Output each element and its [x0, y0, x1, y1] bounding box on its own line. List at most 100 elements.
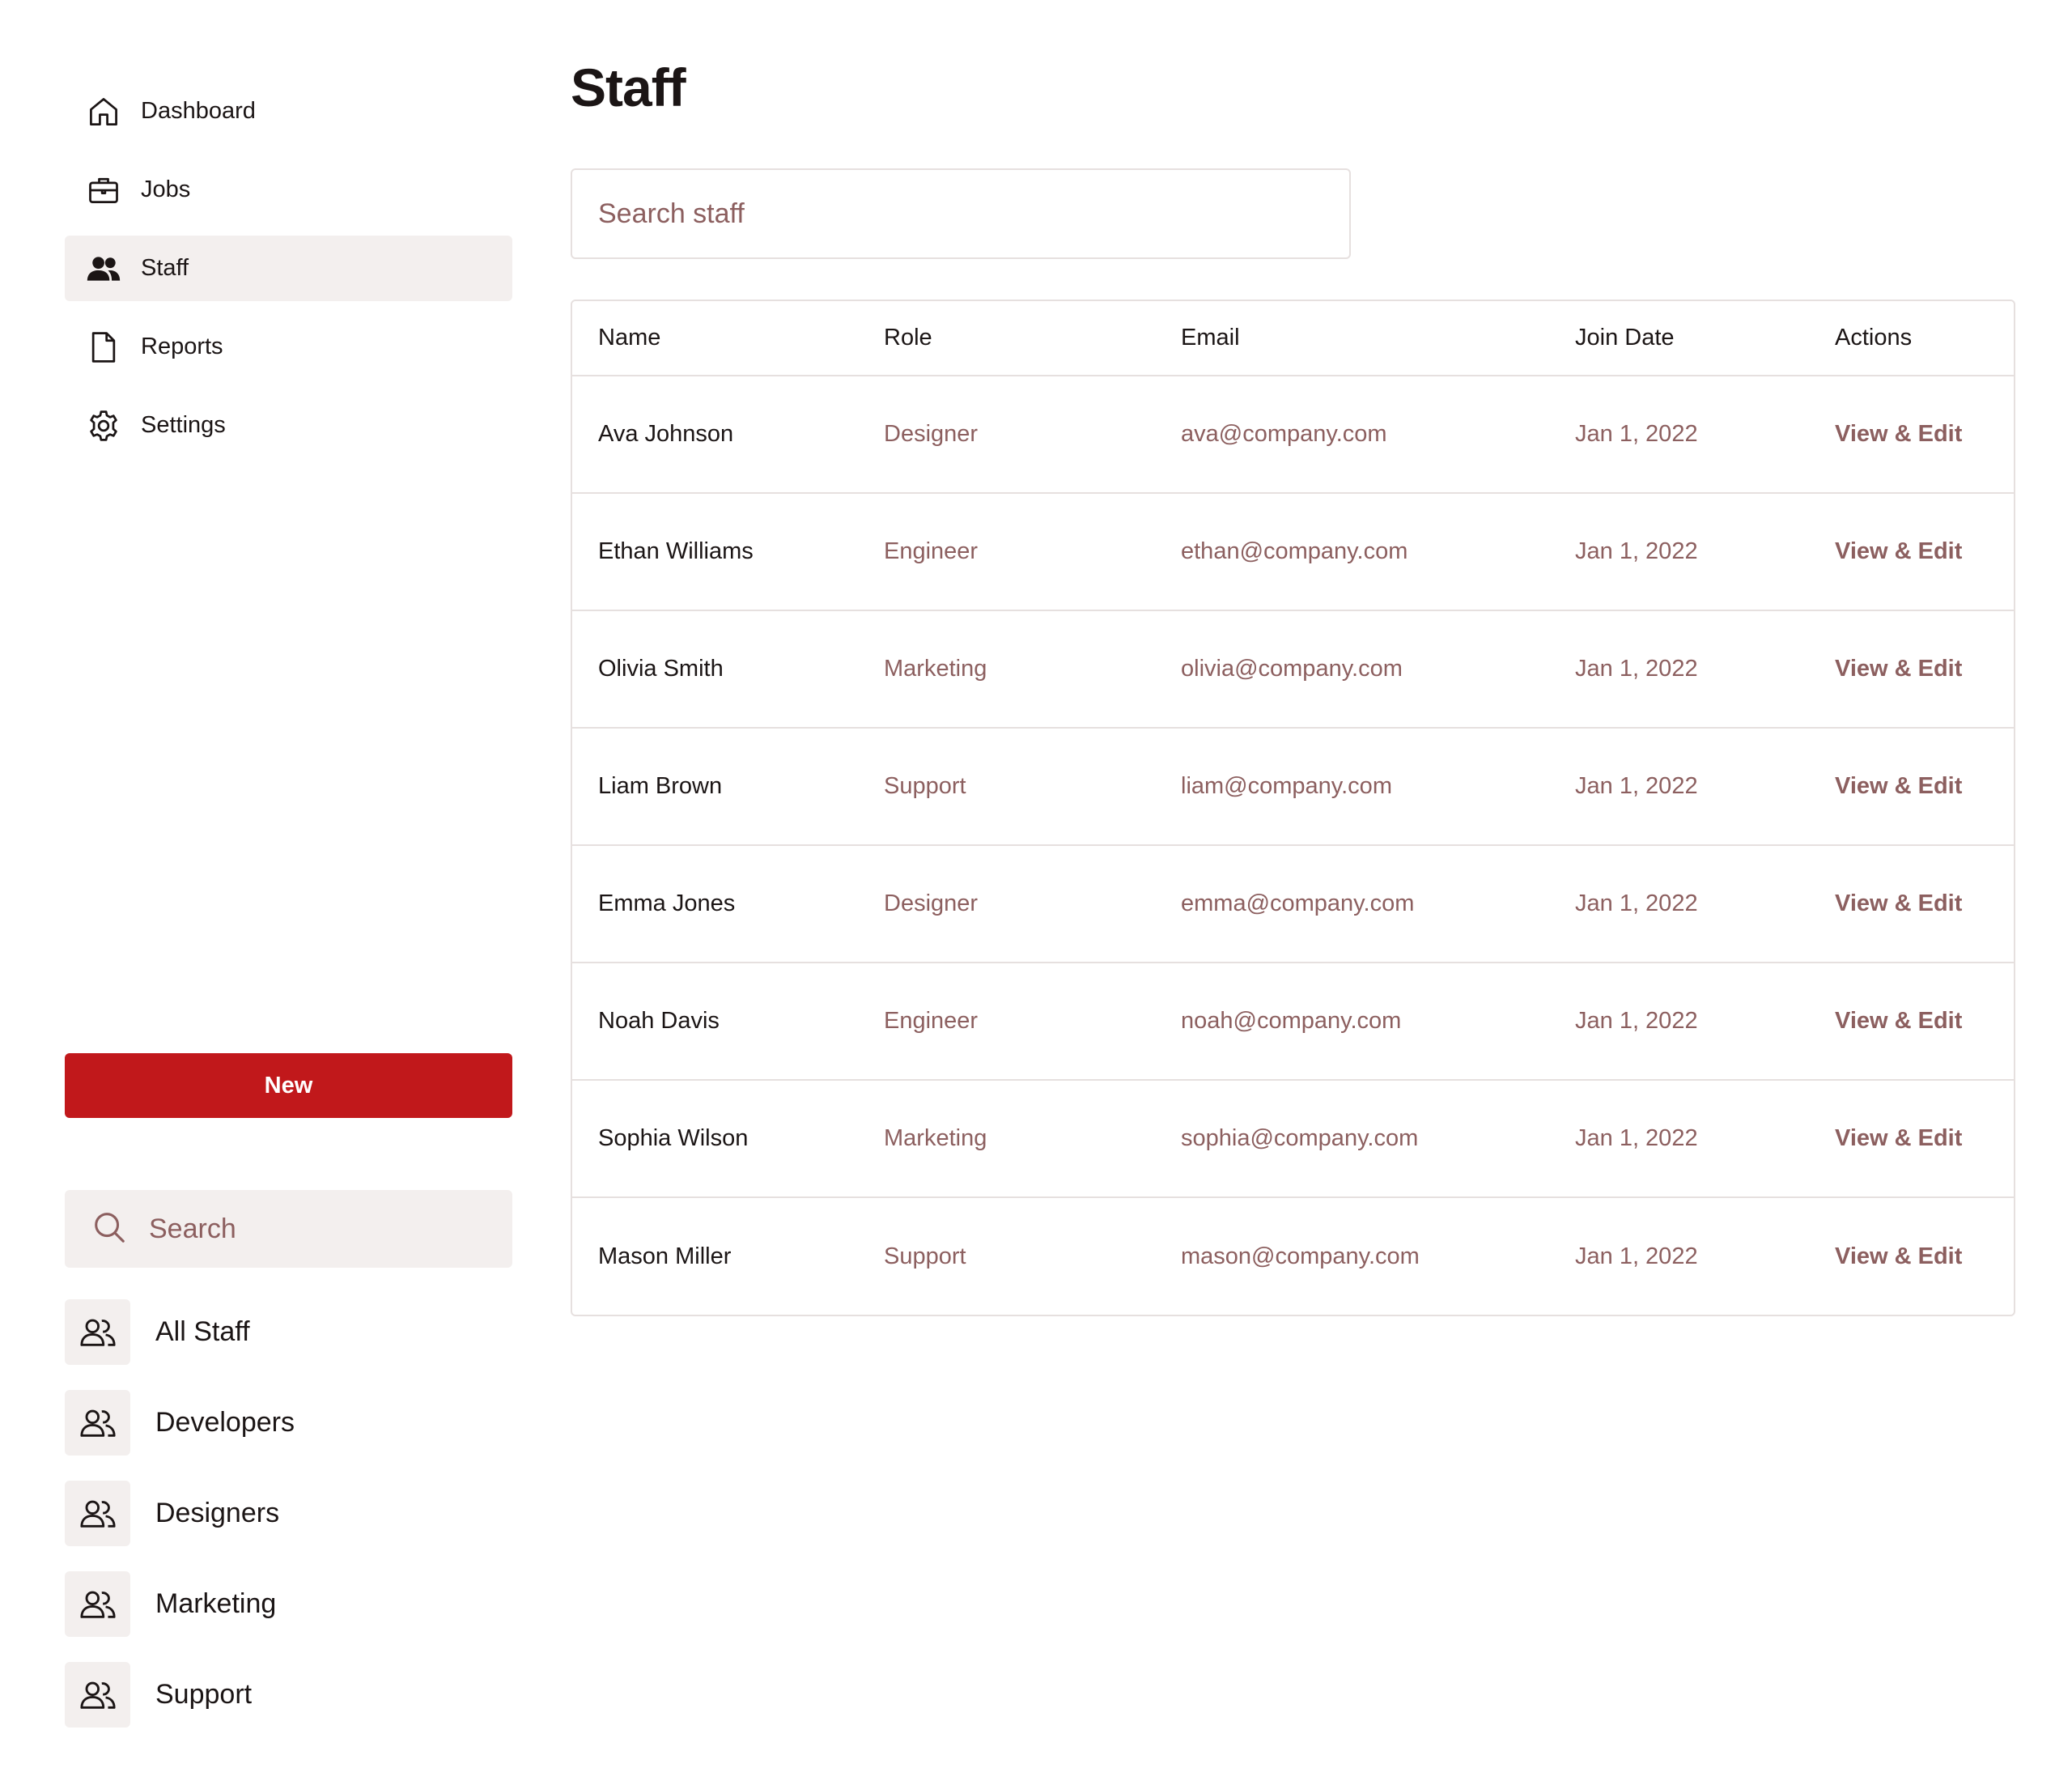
- group-item-all-staff[interactable]: All Staff: [65, 1299, 512, 1365]
- nav-item-reports[interactable]: Reports: [65, 314, 512, 380]
- staff-email: olivia@company.com: [1155, 610, 1549, 729]
- group-item-support[interactable]: Support: [65, 1662, 512, 1728]
- staff-role: Support: [858, 728, 1155, 846]
- actions-cell: View & Edit: [1809, 493, 2014, 611]
- actions-cell: View & Edit: [1809, 963, 2014, 1081]
- nav-item-settings[interactable]: Settings: [65, 393, 512, 458]
- staff-email: ethan@company.com: [1155, 493, 1549, 611]
- staff-table: Name Role Email Join Date Actions Ava Jo…: [571, 300, 2015, 1316]
- table-row: Ethan Williams Engineer ethan@company.co…: [572, 493, 2014, 611]
- staff-join-date: Jan 1, 2022: [1549, 493, 1809, 611]
- staff-email: ava@company.com: [1155, 376, 1549, 494]
- staff-role: Designer: [858, 376, 1155, 494]
- actions-cell: View & Edit: [1809, 376, 2014, 494]
- staff-role: Designer: [858, 845, 1155, 963]
- view-edit-link[interactable]: View & Edit: [1835, 1125, 1962, 1151]
- staff-join-date: Jan 1, 2022: [1549, 728, 1809, 846]
- users-outline-icon: [65, 1481, 130, 1546]
- main-nav: Dashboard Jobs Staff Reports Settings: [65, 79, 512, 471]
- group-item-designers[interactable]: Designers: [65, 1481, 512, 1546]
- staff-join-date: Jan 1, 2022: [1549, 963, 1809, 1081]
- staff-name: Sophia Wilson: [572, 1080, 858, 1198]
- staff-email: noah@company.com: [1155, 963, 1549, 1081]
- staff-email: liam@company.com: [1155, 728, 1549, 846]
- column-header-email: Email: [1155, 301, 1549, 376]
- users-outline-icon: [65, 1571, 130, 1637]
- actions-cell: View & Edit: [1809, 1080, 2014, 1198]
- sidebar-search[interactable]: [65, 1190, 512, 1268]
- briefcase-icon: [86, 172, 121, 208]
- column-header-name: Name: [572, 301, 858, 376]
- document-icon: [86, 329, 121, 365]
- nav-label: Reports: [141, 334, 223, 359]
- nav-label: Dashboard: [141, 98, 256, 124]
- view-edit-link[interactable]: View & Edit: [1835, 773, 1962, 799]
- gear-icon: [86, 408, 121, 444]
- table-row: Olivia Smith Marketing olivia@company.co…: [572, 610, 2014, 729]
- staff-role: Engineer: [858, 963, 1155, 1081]
- staff-name: Emma Jones: [572, 845, 858, 963]
- group-label: Marketing: [155, 1588, 277, 1619]
- sidebar: Dashboard Jobs Staff Reports Settings Ne…: [65, 0, 512, 1768]
- staff-role: Marketing: [858, 1080, 1155, 1198]
- nav-label: Staff: [141, 255, 189, 281]
- table-row: Emma Jones Designer emma@company.com Jan…: [572, 845, 2014, 963]
- view-edit-link[interactable]: View & Edit: [1835, 1243, 1962, 1269]
- users-icon: [86, 251, 121, 287]
- view-edit-link[interactable]: View & Edit: [1835, 1008, 1962, 1034]
- group-item-marketing[interactable]: Marketing: [65, 1571, 512, 1637]
- staff-name: Olivia Smith: [572, 610, 858, 729]
- staff-email: sophia@company.com: [1155, 1080, 1549, 1198]
- nav-item-jobs[interactable]: Jobs: [65, 157, 512, 223]
- staff-email: mason@company.com: [1181, 1243, 1420, 1269]
- staff-name: Noah Davis: [572, 963, 858, 1081]
- table-row: Liam Brown Support liam@company.com Jan …: [572, 728, 2014, 846]
- column-header-join-date: Join Date: [1549, 301, 1809, 376]
- view-edit-link[interactable]: View & Edit: [1835, 890, 1962, 916]
- page-title: Staff: [571, 57, 686, 117]
- actions-cell: View & Edit: [1809, 728, 2014, 846]
- users-outline-icon: [65, 1299, 130, 1365]
- staff-email: emma@company.com: [1155, 845, 1549, 963]
- staff-join-date: Jan 1, 2022: [1549, 1080, 1809, 1198]
- view-edit-link[interactable]: View & Edit: [1835, 421, 1962, 447]
- group-label: Developers: [155, 1407, 295, 1438]
- actions-cell: View & Edit: [1809, 610, 2014, 729]
- staff-role: Engineer: [858, 493, 1155, 611]
- actions-cell: View & Edit: [1809, 845, 2014, 963]
- table-header-row: Name Role Email Join Date Actions: [572, 301, 2014, 376]
- staff-name: Ava Johnson: [572, 376, 858, 494]
- staff-groups: All Staff Developers Designers Marketing…: [65, 1299, 512, 1753]
- staff-name: Mason Miller: [598, 1243, 732, 1269]
- search-icon: [91, 1209, 147, 1250]
- nav-label: Settings: [141, 412, 226, 438]
- column-header-actions: Actions: [1809, 301, 2014, 376]
- staff-name: Liam Brown: [572, 728, 858, 846]
- staff-join-date: Jan 1, 2022: [1549, 376, 1809, 494]
- staff-join-date: Jan 1, 2022: [1575, 1243, 1698, 1269]
- nav-label: Jobs: [141, 176, 191, 202]
- table-row: Ava Johnson Designer ava@company.com Jan…: [572, 376, 2014, 494]
- nav-item-staff[interactable]: Staff: [65, 236, 512, 301]
- home-icon: [86, 94, 121, 130]
- table-row: Sophia Wilson Marketing sophia@company.c…: [572, 1080, 2014, 1198]
- view-edit-link[interactable]: View & Edit: [1835, 656, 1962, 682]
- users-outline-icon: [65, 1662, 130, 1728]
- group-label: All Staff: [155, 1316, 250, 1347]
- group-label: Designers: [155, 1498, 280, 1528]
- group-label: Support: [155, 1679, 253, 1710]
- group-item-developers[interactable]: Developers: [65, 1390, 512, 1456]
- staff-join-date: Jan 1, 2022: [1549, 610, 1809, 729]
- new-button[interactable]: New: [65, 1053, 512, 1118]
- staff-search-input[interactable]: [571, 168, 1351, 259]
- column-header-role: Role: [858, 301, 1155, 376]
- users-outline-icon: [65, 1390, 130, 1456]
- sidebar-search-input[interactable]: [147, 1212, 487, 1246]
- table-row: Mason Miller Support mason@company.com J…: [572, 1197, 2014, 1315]
- nav-item-dashboard[interactable]: Dashboard: [65, 79, 512, 144]
- table-row: Noah Davis Engineer noah@company.com Jan…: [572, 963, 2014, 1081]
- view-edit-link[interactable]: View & Edit: [1835, 538, 1962, 564]
- actions-cell: View & Edit: [1809, 1197, 2014, 1315]
- staff-join-date: Jan 1, 2022: [1549, 845, 1809, 963]
- staff-role: Support: [884, 1243, 966, 1269]
